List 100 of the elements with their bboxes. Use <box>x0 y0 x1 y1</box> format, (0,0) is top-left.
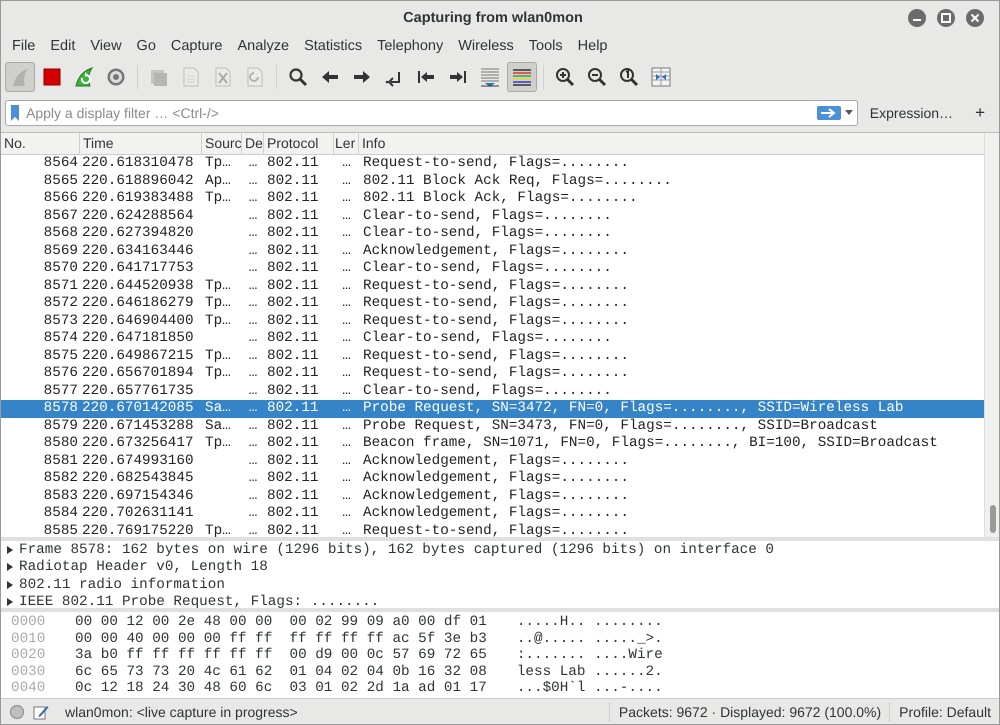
zoom-in-icon <box>554 66 576 88</box>
selected-row[interactable]: 8578 220.670142085 Sa… … 802.11 … Probe Request, SN=3472, FN=0, Flags=........, SSID=Wireless Lab <box>1 400 984 418</box>
protocol-cell: 802.11 <box>267 452 318 468</box>
time-cell: 220.769175220 <box>82 522 194 537</box>
dropdown-caret-icon[interactable] <box>844 110 853 116</box>
length-cell: … <box>342 470 351 486</box>
info-cell: 802.11 Block Ack Req, Flags=........ <box>363 172 672 188</box>
menu-item[interactable]: Statistics <box>296 38 370 54</box>
ascii-bytes: :....... ....Wire <box>516 647 663 664</box>
menu-item[interactable]: Go <box>128 38 163 54</box>
column-header[interactable]: No. <box>1 133 80 154</box>
detail-item[interactable]: Radiotap Header v0, Length 18 <box>19 559 268 576</box>
info-cell: Acknowledgement, Flags=........ <box>363 242 629 258</box>
menu-item[interactable]: Wireless <box>450 38 521 54</box>
column-header[interactable]: Protocol <box>264 133 334 154</box>
number-cell: 8569 <box>44 242 78 258</box>
menu-item[interactable]: Tools <box>520 38 570 54</box>
protocol-cell: 802.11 <box>267 470 318 486</box>
destination-cell: … <box>248 382 258 398</box>
gear-icon <box>105 66 127 88</box>
source-cell: Tp… <box>205 278 231 294</box>
detail-item[interactable]: IEEE 802.11 Probe Request, Flags: ........ <box>19 594 380 608</box>
expander-icon[interactable] <box>6 598 14 606</box>
detail-item[interactable]: Frame 8578: 162 bytes on wire (1296 bits), 162 bytes captured (1296 bits) on interface 0 <box>19 542 774 558</box>
byte-offset: 0020 <box>10 647 46 664</box>
source-cell: Ap… <box>205 172 231 188</box>
expander-icon[interactable] <box>6 563 14 572</box>
menu-item[interactable]: Capture <box>162 38 230 54</box>
source-cell: Tp… <box>205 522 231 537</box>
menu-item[interactable]: Edit <box>42 38 82 54</box>
window-title: Capturing from wlan0mon <box>402 10 584 26</box>
info-cell: Acknowledgement, Flags=........ <box>363 488 629 504</box>
display-filter-box[interactable]: Apply a display filter … <Ctrl-/> <box>5 100 858 126</box>
info-cell: Clear-to-send, Flags=........ <box>363 330 612 346</box>
length-cell: … <box>342 295 351 311</box>
protocol-cell: 802.11 <box>267 382 318 398</box>
byte-offset: 0030 <box>10 664 46 680</box>
destination-cell: … <box>248 242 258 258</box>
destination-cell: … <box>248 418 258 434</box>
destination-cell: … <box>248 260 258 276</box>
time-cell: 220.670142085 <box>82 400 194 416</box>
length-cell: … <box>342 330 351 346</box>
byte-offset: 0010 <box>10 630 46 647</box>
detail-item[interactable]: 802.11 radio information <box>19 576 225 593</box>
toolbar-button[interactable] <box>507 62 537 92</box>
column-header[interactable]: Info <box>359 133 984 154</box>
destination-cell: … <box>248 452 258 468</box>
expression-button[interactable]: Expression… <box>862 100 962 126</box>
profile-text[interactable]: Profile: Default <box>899 704 991 720</box>
number-cell: 8579 <box>44 418 78 434</box>
number-cell: 8577 <box>44 382 78 398</box>
info-cell: Clear-to-send, Flags=........ <box>363 208 612 224</box>
destination-cell: … <box>248 522 258 537</box>
info-cell: Beacon frame, SN=1071, FN=0, Flags=........, BI=100, SSID=Broadcast <box>363 435 938 451</box>
column-header[interactable]: Sourc <box>202 133 242 154</box>
length-cell: … <box>342 435 351 451</box>
destination-cell: … <box>248 312 258 328</box>
destination-cell: … <box>248 155 258 171</box>
number-cell: 8576 <box>44 365 78 381</box>
source-cell: Sa… <box>205 400 231 416</box>
time-cell: 220.671453288 <box>82 418 194 434</box>
protocol-cell: 802.11 <box>267 225 318 241</box>
minimize-icon[interactable] <box>907 8 927 28</box>
protocol-cell: 802.11 <box>267 155 318 171</box>
time-cell: 220.697154346 <box>82 488 194 504</box>
number-cell: 8582 <box>44 470 78 486</box>
protocol-cell: 802.11 <box>267 505 318 521</box>
column-header[interactable]: Time <box>80 133 202 154</box>
zoom-reset-icon <box>618 66 640 88</box>
edit-comment-icon[interactable] <box>33 704 49 720</box>
add-filter-button[interactable]: + <box>965 100 995 126</box>
column-header[interactable]: Ler <box>334 133 359 154</box>
protocol-cell: 802.11 <box>267 365 318 381</box>
time-cell: 220.657761735 <box>82 382 194 398</box>
menu-item[interactable]: Analyze <box>229 38 296 54</box>
hex-bytes: 6c 65 73 73 20 4c 61 62 01 04 02 04 0b 16 32 08 <box>75 664 487 680</box>
menu-item[interactable]: Telephony <box>369 38 450 54</box>
byte-offset: 0000 <box>10 614 46 630</box>
hex-bytes: 3a b0 ff ff ff ff ff ff 00 d9 00 0c 57 69 72 65 <box>75 647 487 664</box>
source-cell: Tp… <box>205 435 231 451</box>
expander-icon[interactable] <box>6 580 14 589</box>
length-cell: … <box>342 225 351 241</box>
bookmark-icon[interactable] <box>10 104 20 122</box>
display-filter-field[interactable]: Apply a display filter … <Ctrl-/> <box>24 105 813 121</box>
destination-cell: … <box>248 470 258 486</box>
destination-cell: … <box>248 278 258 294</box>
number-cell: 8565 <box>44 172 78 188</box>
menu-item[interactable]: File <box>4 38 42 54</box>
time-cell: 220.673256417 <box>82 435 194 451</box>
column-header[interactable]: De <box>242 133 264 154</box>
destination-cell: … <box>248 172 258 188</box>
menu-item[interactable]: View <box>82 38 129 54</box>
expander-icon[interactable] <box>6 546 14 554</box>
number-cell: 8564 <box>44 155 78 171</box>
close-icon[interactable] <box>965 8 985 28</box>
maximize-icon[interactable] <box>936 8 956 28</box>
scrollbar[interactable] <box>984 133 999 537</box>
length-cell: … <box>342 155 351 171</box>
menu-item[interactable]: Help <box>570 38 614 54</box>
destination-cell: … <box>248 348 258 364</box>
